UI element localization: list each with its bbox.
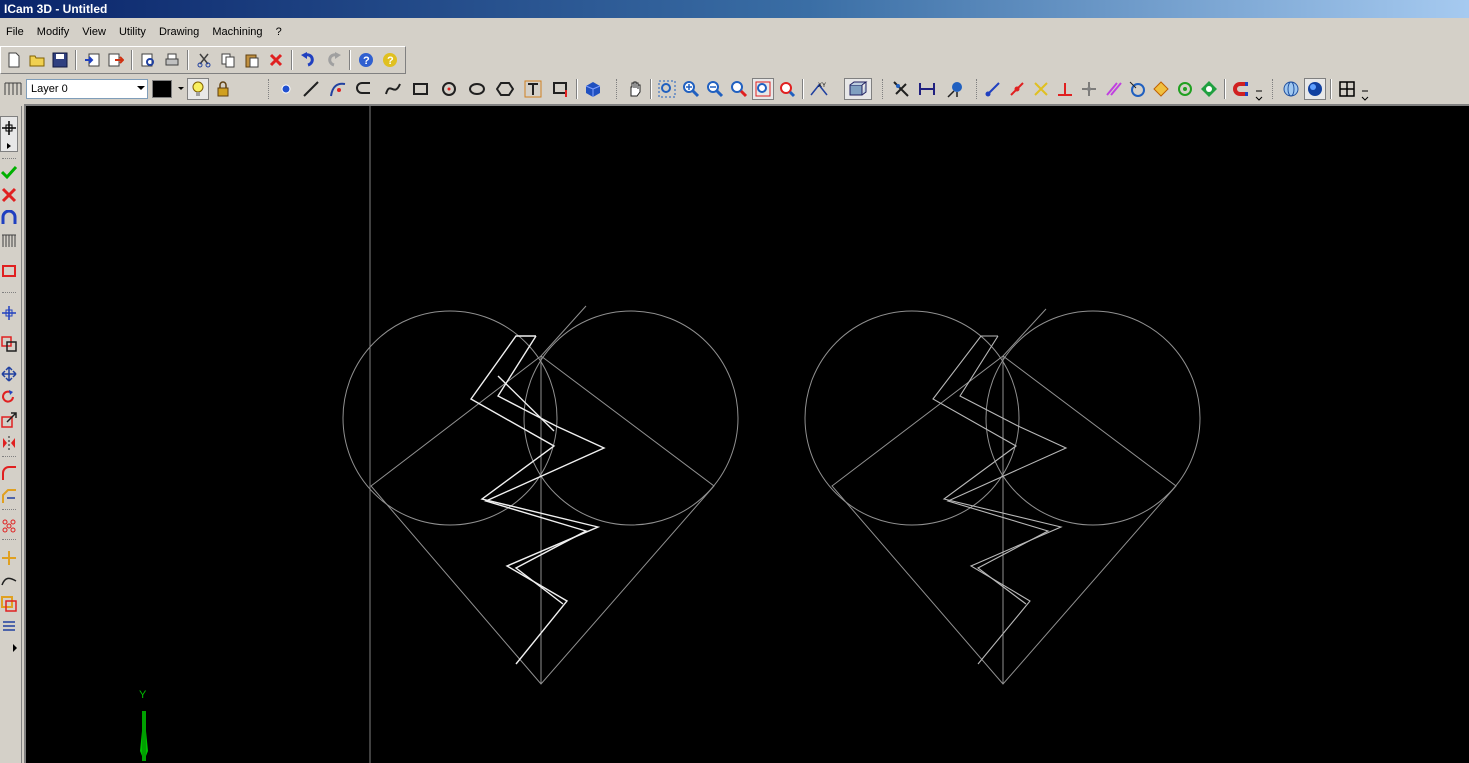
break-icon[interactable] [0,571,18,591]
crack-guide-line [1002,308,1047,357]
layers-icon[interactable] [2,78,24,100]
crack-path [469,335,606,665]
menu-file[interactable]: File [2,22,28,42]
crack-path [932,335,1068,665]
properties-list-icon[interactable] [0,617,18,637]
cancel-x-icon[interactable] [0,185,18,205]
title-bar: ICam 3D - Untitled [0,0,1469,18]
menu-modify[interactable]: Modify [33,22,73,42]
crack-guide-line [540,305,587,357]
offset-icon[interactable] [0,594,18,614]
open-folder-icon[interactable] [26,49,48,71]
menu-bar: File Modify View Utility Drawing Machini… [0,22,1469,42]
menu-utility[interactable]: Utility [115,22,150,42]
drawing-viewport[interactable]: Y [24,104,1469,763]
undo-icon[interactable] [297,49,319,71]
crosshair-icon[interactable] [0,303,18,323]
separator [2,539,16,541]
heart-right-circle [523,310,739,526]
separator [187,50,189,70]
context-help-icon[interactable]: ? [379,49,401,71]
separator [131,50,133,70]
rectangle-select-icon[interactable] [0,261,18,281]
magnet-icon[interactable] [0,208,18,228]
y-axis-label: Y [139,689,147,701]
menu-view[interactable]: View [78,22,110,42]
print-icon[interactable] [161,49,183,71]
left-toolbar [0,106,22,763]
separator [2,456,16,458]
move-icon[interactable] [0,364,18,384]
svg-text:?: ? [363,55,370,67]
separator [2,509,16,511]
trim-extend-icon[interactable] [0,548,18,568]
separator [2,292,16,294]
menu-machining[interactable]: Machining [208,22,266,42]
fillet-icon[interactable] [0,463,18,483]
standard-toolbar: ? ? [0,46,406,74]
mirror-icon[interactable] [0,433,18,453]
chevron-down-icon[interactable] [137,86,145,90]
export-icon[interactable] [105,49,127,71]
expand-toolbar-icon[interactable] [0,642,18,654]
layers-icon[interactable] [0,231,18,251]
menu-drawing[interactable]: Drawing [155,22,203,42]
select-cursor-icon[interactable] [0,116,18,152]
array-icon[interactable] [0,516,18,536]
rotate-icon[interactable] [0,387,18,407]
redo-icon[interactable] [323,49,345,71]
drawing-toolbar [0,76,1469,103]
window-title: ICam 3D - Untitled [4,2,108,16]
separator [75,50,77,70]
cad-canvas[interactable]: Y [26,106,1469,763]
chevron-down-icon[interactable] [178,87,184,90]
color-swatch[interactable] [152,80,172,98]
scale-icon[interactable] [0,410,18,430]
copy-object-icon[interactable] [0,334,18,354]
paste-icon[interactable] [241,49,263,71]
heart-drawing-right [804,308,1201,685]
delete-icon[interactable] [265,49,287,71]
layer-select[interactable]: Layer 0 [26,79,148,99]
separator [349,50,351,70]
import-icon[interactable] [81,49,103,71]
heart-right-circle [985,310,1201,526]
confirm-check-icon[interactable] [0,162,18,182]
new-file-icon[interactable] [3,49,25,71]
separator [2,158,16,160]
ucs-axis-indicator: Y [139,689,148,761]
heart-drawing-left [342,305,739,685]
help-icon[interactable]: ? [355,49,377,71]
separator [291,50,293,70]
layer-select-value: Layer 0 [31,83,68,95]
cut-icon[interactable] [193,49,215,71]
heart-left-circle [342,310,558,526]
copy-icon[interactable] [217,49,239,71]
chamfer-icon[interactable] [0,486,18,506]
svg-text:?: ? [387,55,394,67]
save-icon[interactable] [49,49,71,71]
menu-help[interactable]: ? [272,22,286,42]
heart-left-circle [804,310,1020,526]
print-preview-icon[interactable] [137,49,159,71]
